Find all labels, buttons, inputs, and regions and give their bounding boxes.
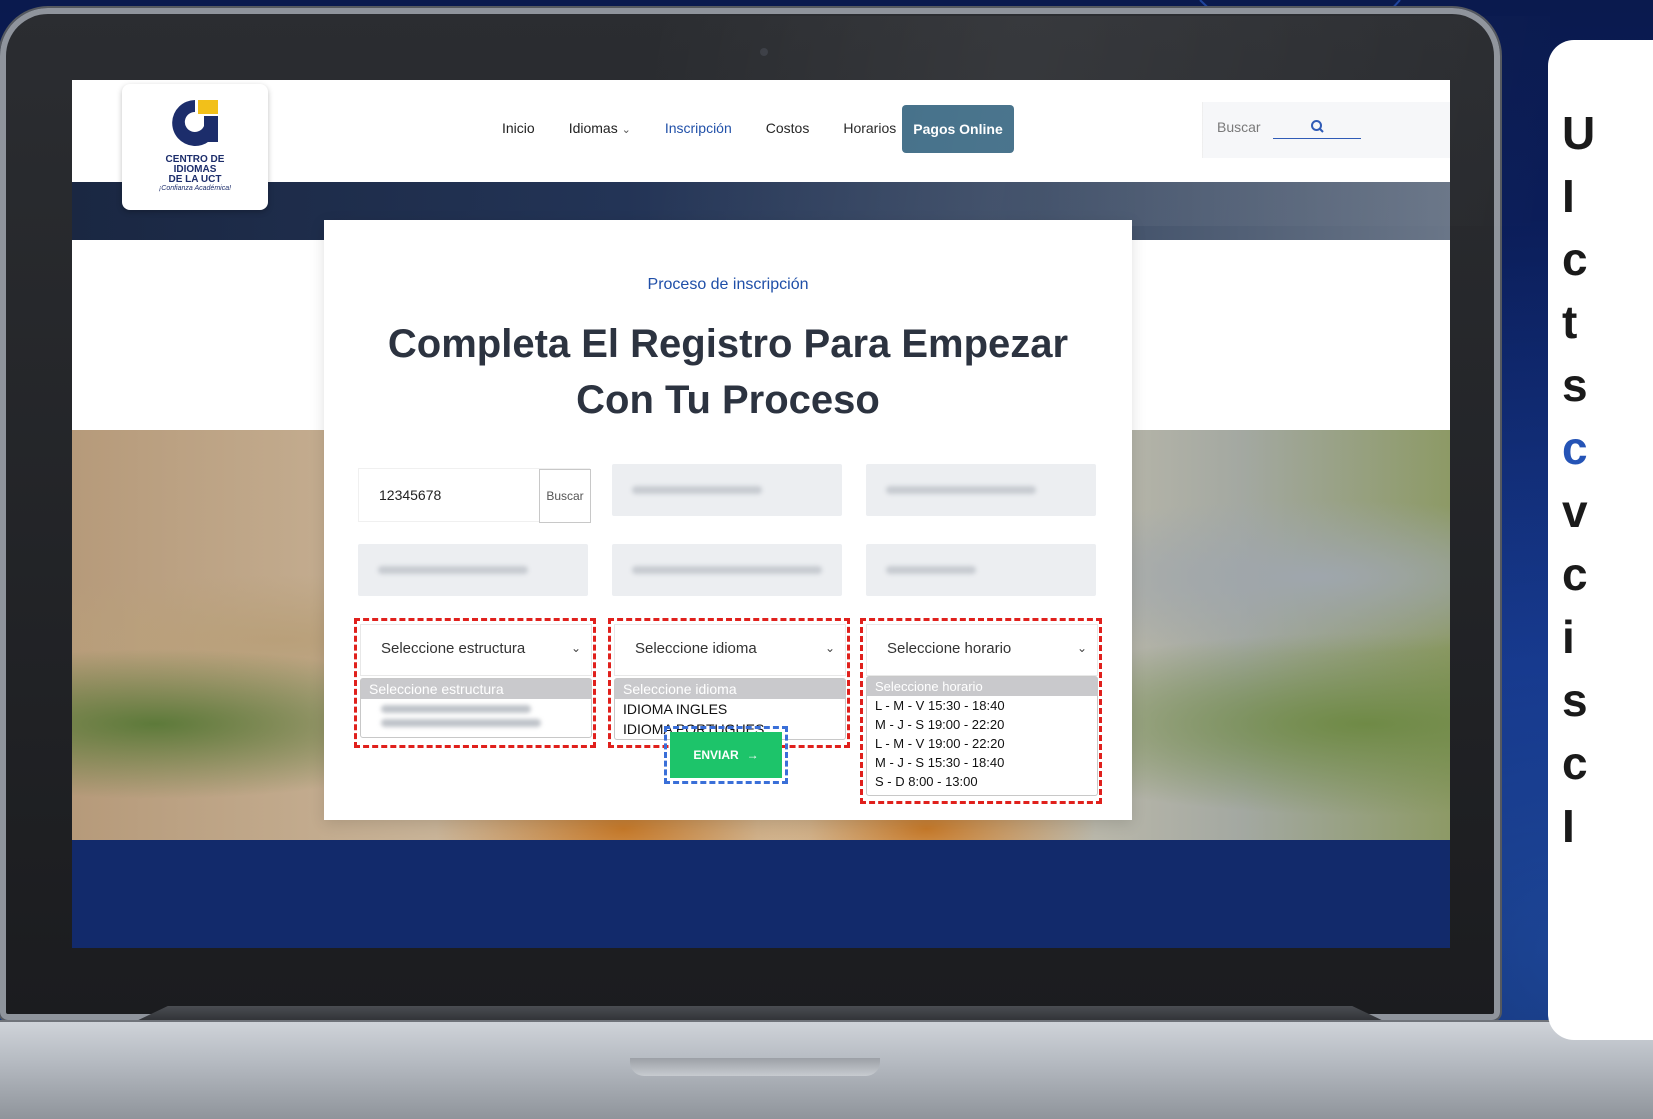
nav-inicio[interactable]: Inicio (502, 120, 535, 136)
logo-tagline: ¡Confianza Académica! (158, 185, 232, 192)
horario-option[interactable]: M - J - S 19:00 - 22:20 (867, 715, 1097, 734)
site-header: Inicio Idiomas ⌄ Inscripción Costos Hora… (72, 80, 1450, 182)
horario-option[interactable]: Seleccione horario (867, 677, 1097, 696)
nav-costos[interactable]: Costos (766, 120, 810, 136)
laptop-screen: Inicio Idiomas ⌄ Inscripción Costos Hora… (72, 80, 1450, 948)
search-input[interactable] (1215, 118, 1279, 136)
horario-option[interactable]: M - J - S 15:30 - 18:40 (867, 753, 1097, 772)
horario-options[interactable]: Seleccione horario L - M - V 15:30 - 18:… (866, 676, 1098, 796)
idioma-select[interactable]: Seleccione idioma ⌄ (614, 624, 846, 676)
side-text: U I c t s c v c i s c I (1562, 102, 1595, 858)
dni-input[interactable]: 12345678 (379, 487, 441, 503)
horario-option[interactable]: S - D 8:00 - 13:00 (867, 772, 1097, 791)
side-letter: I (1562, 800, 1575, 852)
side-letter: I (1562, 170, 1575, 222)
arrow-right-icon: → (746, 748, 759, 762)
laptop-notch (630, 1058, 880, 1076)
side-letter: c (1562, 737, 1588, 789)
chevron-down-icon: ⌄ (570, 641, 581, 655)
horario-option[interactable]: L - M - V 15:30 - 18:40 (867, 696, 1097, 715)
estructura-options[interactable]: Seleccione estructura (360, 678, 592, 738)
nav-idiomas-label: Idiomas (568, 120, 618, 136)
side-letter: U (1562, 107, 1596, 159)
nav-inscripcion[interactable]: Inscripción (665, 120, 732, 136)
nav-horarios[interactable]: Horarios (843, 120, 896, 136)
nombres-field[interactable] (612, 464, 842, 516)
side-letter: c (1562, 233, 1588, 285)
search-underline (1273, 138, 1361, 139)
side-letter: t (1562, 296, 1578, 348)
search-box (1202, 102, 1450, 158)
estructura-select-label: Seleccione estructura (381, 640, 526, 657)
side-letter: c (1562, 548, 1588, 600)
pagos-online-button[interactable]: Pagos Online (902, 105, 1014, 153)
enviar-button[interactable]: ENVIAR → (670, 732, 782, 778)
side-letter: i (1562, 611, 1575, 663)
chevron-down-icon: ⌄ (621, 124, 631, 136)
chevron-down-icon: ⌄ (1076, 641, 1087, 655)
apellido-paterno-field[interactable] (866, 464, 1096, 516)
logo[interactable]: CENTRO DE IDIOMAS DE LA UCT ¡Confianza A… (122, 84, 268, 210)
idioma-option[interactable]: IDIOMA INGLES (615, 699, 845, 719)
enviar-label: ENVIAR (693, 748, 739, 762)
form-subtitle: Proceso de inscripción (647, 276, 809, 293)
idioma-select-label: Seleccione idioma (635, 640, 757, 657)
side-letter: s (1562, 359, 1588, 411)
estructura-option[interactable]: Seleccione estructura (361, 679, 591, 699)
nav-idiomas[interactable]: Idiomas ⌄ (569, 120, 631, 136)
main-nav: Inicio Idiomas ⌄ Inscripción Costos Hora… (502, 120, 896, 136)
celular-field[interactable] (866, 544, 1096, 596)
chevron-down-icon: ⌄ (824, 641, 835, 655)
apellido-materno-field[interactable] (358, 544, 588, 596)
side-letter: v (1562, 485, 1588, 537)
laptop-lid: Inicio Idiomas ⌄ Inscripción Costos Hora… (0, 8, 1550, 1020)
horario-option[interactable]: L - M - V 19:00 - 22:20 (867, 734, 1097, 753)
estructura-option-blurred[interactable] (381, 705, 531, 713)
logo-icon (172, 100, 218, 146)
form-title: Completa El Registro Para Empezar Con Tu… (387, 322, 1069, 422)
dni-search-button[interactable]: Buscar (539, 469, 591, 523)
search-icon[interactable] (1309, 118, 1327, 136)
side-letter: s (1562, 674, 1588, 726)
footer-band (72, 840, 1450, 948)
correo-field[interactable] (612, 544, 842, 596)
estructura-select[interactable]: Seleccione estructura ⌄ (360, 624, 592, 676)
estructura-option-blurred[interactable] (381, 719, 541, 727)
registration-card: Proceso de inscripción Completa El Regis… (324, 220, 1132, 820)
logo-line-3: DE LA UCT (168, 174, 222, 185)
horario-select-label: Seleccione horario (887, 640, 1012, 657)
idioma-option[interactable]: Seleccione idioma (615, 679, 845, 699)
dni-field: 12345678 Buscar (358, 468, 591, 523)
camera-icon (760, 48, 768, 56)
side-text-panel: U I c t s c v c i s c I (1548, 40, 1653, 1040)
horario-select[interactable]: Seleccione horario ⌄ (866, 624, 1098, 676)
side-letter: c (1562, 422, 1588, 474)
